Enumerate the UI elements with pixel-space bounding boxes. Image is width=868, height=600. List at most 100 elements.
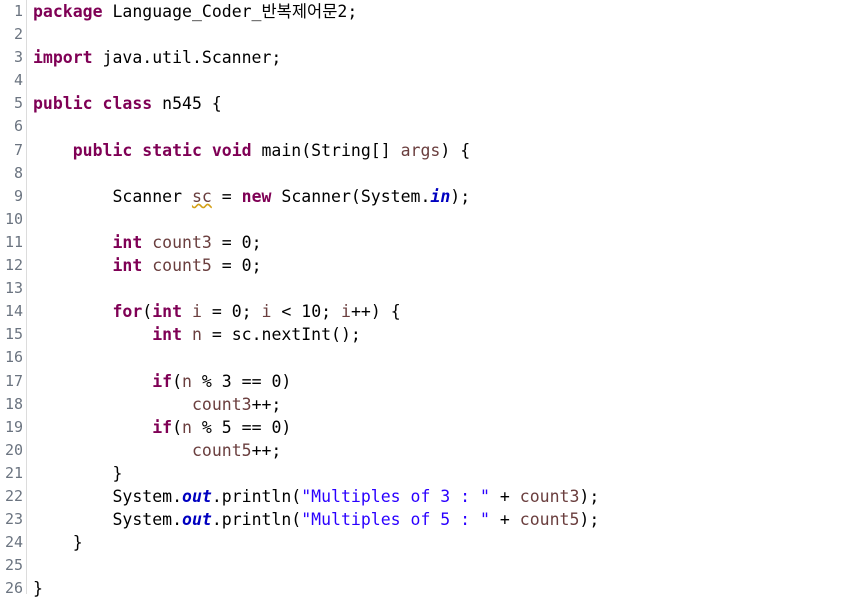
code-token-plain: ++; (251, 440, 282, 460)
code-token-plain: Scanner (33, 186, 192, 206)
code-token-kw: int (152, 325, 192, 345)
code-token-plain: % 5 == 0) (191, 417, 292, 437)
code-token-plain: } (33, 463, 123, 483)
code-line[interactable] (33, 346, 868, 369)
line-number-gutter[interactable]: 1 2 3 4 5 6 7 8 9 10 11 12 13 14 15 16 17 18 19 20 21 22 23 24 2… (0, 0, 39, 597)
code-line[interactable]: public static void main(String[] args) { (33, 139, 868, 162)
code-token-plain: + (489, 486, 520, 506)
code-text-area[interactable]: package Language_Coder_반복제어문2; import ja… (27, 0, 868, 598)
code-token-plain: ); (450, 186, 471, 206)
code-token-field: n (191, 325, 202, 345)
code-token-plain: } (33, 579, 43, 599)
line-number: 10 (4, 209, 23, 228)
line-number: 14 (4, 302, 23, 321)
code-line[interactable]: package Language_Coder_반복제어문2; (33, 0, 868, 23)
code-token-field: i (341, 302, 351, 322)
code-line[interactable] (33, 162, 868, 185)
code-line[interactable]: } (33, 462, 868, 485)
code-token-plain: ( (172, 371, 183, 391)
line-number: 20 (4, 440, 23, 459)
code-token-plain: ( (172, 417, 183, 437)
line-number: 8 (13, 163, 23, 182)
line-number: 7 (0, 139, 39, 162)
line-number: 18 (4, 394, 23, 413)
code-line[interactable]: int count3 = 0; (33, 231, 868, 254)
code-line[interactable]: } (33, 531, 868, 554)
code-token-warn: sc (191, 186, 212, 206)
line-number: 15 (4, 325, 23, 344)
code-line[interactable]: int count5 = 0; (33, 254, 868, 277)
code-token-plain: % 3 == 0) (191, 371, 292, 391)
code-line[interactable]: int n = sc.nextInt(); (33, 323, 868, 346)
code-token-kw: new (241, 186, 282, 206)
code-token-plain: ); (579, 510, 600, 530)
code-token-statfld: out (182, 510, 212, 530)
code-line[interactable] (33, 277, 868, 300)
line-number: 11 (4, 232, 23, 251)
code-token-statfld: out (182, 486, 212, 506)
code-token-field: n (182, 371, 192, 391)
code-token-plain: < 10; (271, 302, 342, 322)
line-number: 24 (4, 533, 23, 552)
code-token-plain: ++; (251, 394, 282, 414)
code-line[interactable]: if(n % 5 == 0) (33, 416, 868, 439)
code-token-kw: public class (33, 94, 163, 114)
code-token-statfld: in (430, 186, 451, 206)
code-token-plain: + (489, 510, 520, 530)
code-token-kw: int (112, 232, 153, 252)
code-token-plain: .println( (211, 510, 302, 530)
line-number: 26 (4, 579, 23, 598)
line-number: 4 (13, 71, 23, 90)
code-line[interactable] (33, 115, 868, 138)
line-number: 12 (4, 256, 23, 275)
line-number: 13 (4, 279, 23, 298)
code-token-kw: package (33, 2, 113, 21)
line-number: 2 (13, 25, 23, 44)
code-line[interactable] (33, 208, 868, 231)
code-token-plain: ++) { (350, 302, 401, 322)
code-editor[interactable]: 1 2 3 4 5 6 7 8 9 10 11 12 13 14 15 16 17 18 19 20 21 22 23 24 2… (0, 0, 868, 598)
code-token-field: count5 (191, 440, 252, 460)
code-line[interactable]: System.out.println("Multiples of 3 : " +… (33, 485, 868, 508)
code-token-plain: } (33, 533, 83, 553)
line-number: 25 (4, 556, 23, 575)
line-number: 19 (4, 417, 23, 436)
code-token-field: i (191, 302, 202, 322)
code-line[interactable]: count5++; (33, 439, 868, 462)
code-line[interactable] (33, 554, 868, 577)
code-line[interactable]: System.out.println("Multiples of 5 : " +… (33, 508, 868, 531)
code-token-plain: = 0; (201, 302, 262, 322)
code-line[interactable] (33, 23, 868, 46)
code-token-kw: if (152, 417, 173, 437)
code-token-plain: Scanner(System. (281, 186, 431, 206)
code-token-plain: java.util.Scanner; (102, 48, 282, 68)
code-token-field: count3 (519, 486, 580, 506)
code-token-str: "Multiples of 5 : " (301, 510, 490, 530)
code-line[interactable]: count3++; (33, 393, 868, 416)
line-number: 17 (4, 371, 23, 390)
code-token-plain: System. (33, 510, 183, 530)
code-token-plain: = 0; (211, 232, 262, 252)
code-line[interactable]: import java.util.Scanner; (33, 46, 868, 69)
line-number: 3 (13, 48, 23, 67)
code-token-plain: n545 { (162, 94, 222, 114)
code-line[interactable]: if(n % 3 == 0) (33, 370, 868, 393)
code-token-kw: int (112, 256, 153, 276)
line-number: 23 (4, 510, 23, 529)
code-token-field: count3 (191, 394, 252, 414)
code-line[interactable]: } (33, 577, 868, 600)
line-number: 6 (13, 117, 23, 136)
code-line[interactable]: for(int i = 0; i < 10; i++) { (33, 300, 868, 323)
code-token-plain: System. (33, 486, 183, 506)
code-line[interactable] (33, 69, 868, 92)
code-token-kw: int (152, 302, 192, 322)
code-token-field: count3 (152, 232, 212, 252)
code-token-kw: for (112, 302, 143, 322)
code-line[interactable]: public class n545 { (33, 92, 868, 115)
code-line[interactable]: Scanner sc = new Scanner(System.in); (33, 185, 868, 208)
code-token-field: args (400, 140, 441, 160)
